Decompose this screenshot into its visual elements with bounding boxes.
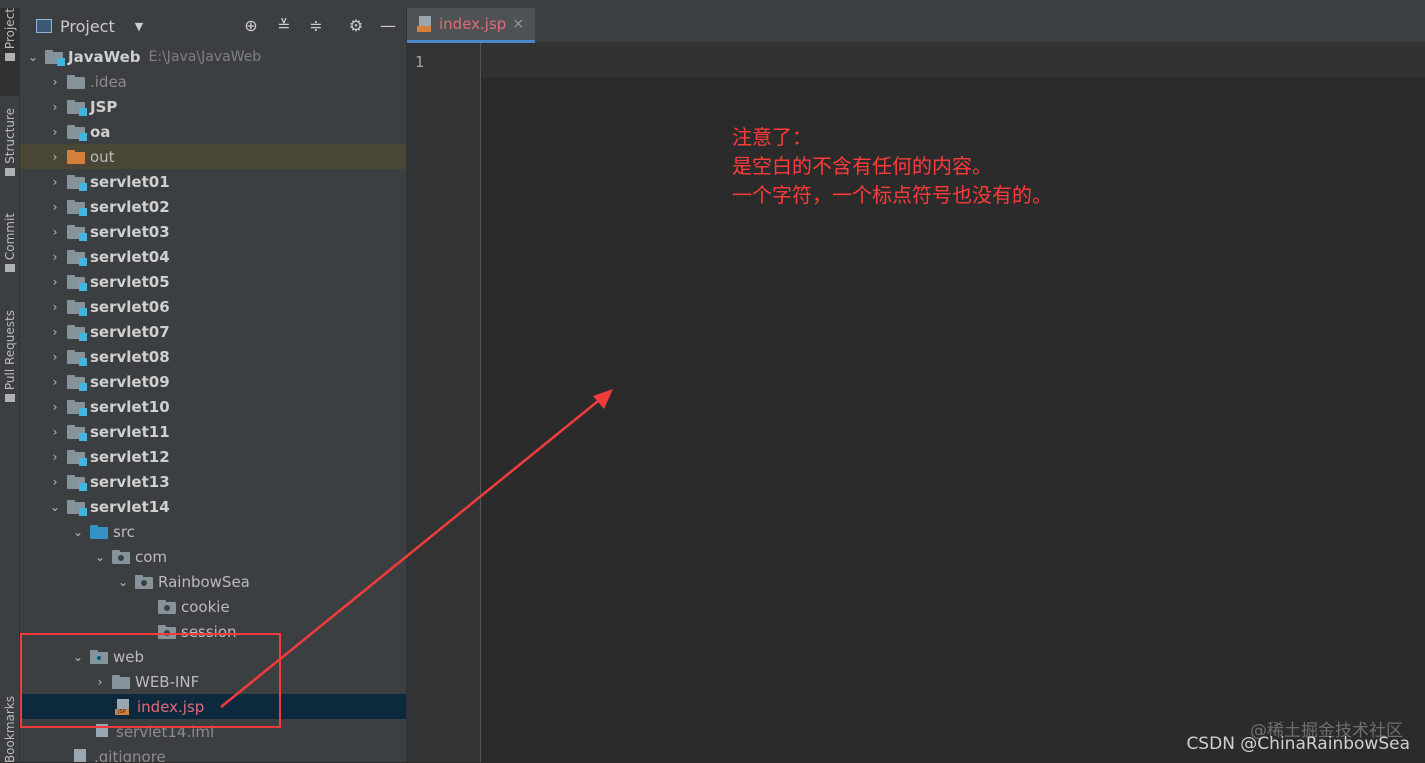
annotation-arrow-icon <box>220 389 613 708</box>
watermark-csdn: CSDN @ChinaRainbowSea <box>1186 734 1410 754</box>
